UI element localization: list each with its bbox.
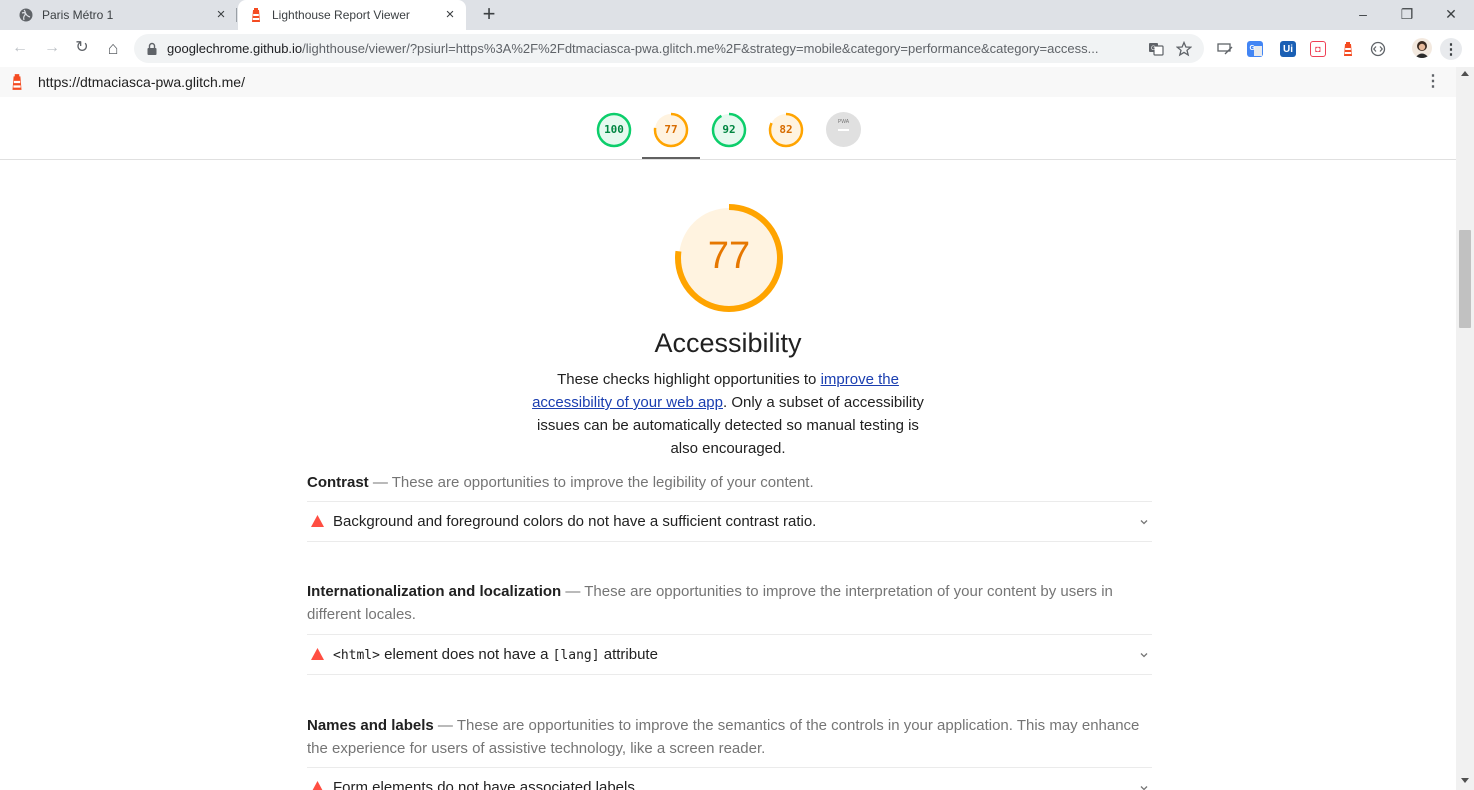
svg-text:G: G bbox=[1250, 45, 1256, 52]
fail-triangle-icon bbox=[311, 515, 324, 527]
chevron-down-icon[interactable] bbox=[1139, 517, 1149, 527]
desc-text: These checks highlight opportunities to bbox=[557, 371, 821, 388]
active-gauge-underline bbox=[642, 157, 700, 159]
fail-triangle-icon bbox=[311, 648, 324, 660]
browser-toolbar: ← → ↻ ⌂ googlechrome.github.io/lighthous… bbox=[0, 30, 1474, 67]
audit-form-labels[interactable]: Form elements do not have associated lab… bbox=[307, 767, 1152, 790]
audit-text: element does not have a bbox=[379, 646, 553, 663]
chevron-down-icon[interactable] bbox=[1139, 783, 1149, 790]
home-button[interactable]: ⌂ bbox=[101, 36, 125, 60]
url-path: /lighthouse/viewer/?psiurl=https%3A%2F%2… bbox=[302, 41, 1099, 56]
gauge-value: 82 bbox=[779, 123, 793, 136]
chevron-down-icon[interactable] bbox=[1139, 650, 1149, 660]
minimize-button[interactable]: – bbox=[1340, 2, 1386, 28]
audit-title: Background and foreground colors do not … bbox=[333, 513, 817, 530]
close-tab-icon[interactable]: × bbox=[442, 7, 458, 23]
reload-button[interactable]: ↻ bbox=[70, 36, 94, 60]
tab-title: Paris Métro 1 bbox=[42, 8, 114, 22]
group-header-internationalization: Internationalization and localization — … bbox=[307, 580, 1152, 626]
lighthouse-icon bbox=[248, 7, 264, 23]
lock-icon[interactable] bbox=[146, 42, 158, 56]
scrollbar-thumb[interactable] bbox=[1459, 230, 1471, 328]
gauge-pwa[interactable]: PWA bbox=[826, 112, 861, 147]
separator: — bbox=[561, 583, 585, 600]
group-header-names-labels: Names and labels — These are opportuniti… bbox=[307, 714, 1152, 760]
scroll-up-arrow[interactable] bbox=[1461, 71, 1469, 76]
scroll-down-arrow[interactable] bbox=[1461, 778, 1469, 783]
pwa-dash bbox=[838, 129, 849, 131]
pocket-icon[interactable]: ◘ bbox=[1310, 41, 1326, 57]
svg-text:G: G bbox=[1151, 46, 1156, 52]
category-description: These checks highlight opportunities to … bbox=[528, 368, 928, 460]
new-tab-button[interactable]: + bbox=[478, 3, 500, 26]
separator: — bbox=[368, 474, 392, 491]
address-url[interactable]: googlechrome.github.io/lighthouse/viewer… bbox=[167, 41, 1147, 56]
audit-html-has-lang[interactable]: <html> element does not have a [lang] at… bbox=[307, 634, 1152, 675]
code-html: <html> bbox=[333, 648, 380, 663]
close-window-button[interactable]: ✕ bbox=[1428, 2, 1474, 28]
tab-divider bbox=[236, 8, 237, 22]
group-description: These are opportunities to improve the l… bbox=[391, 474, 814, 491]
ui-extension-icon[interactable]: Ui bbox=[1280, 41, 1296, 57]
tab-title: Lighthouse Report Viewer bbox=[272, 8, 410, 22]
close-tab-icon[interactable]: × bbox=[213, 7, 229, 23]
code-icon[interactable] bbox=[1370, 41, 1386, 57]
globe-icon bbox=[18, 7, 34, 23]
group-header-contrast: Contrast — These are opportunities to im… bbox=[307, 471, 1152, 494]
audit-text: attribute bbox=[599, 646, 658, 663]
tab-strip: Paris Métro 1 × Lighthouse Report Viewer… bbox=[0, 0, 1474, 30]
category-score-gauge: 77 bbox=[673, 202, 785, 314]
gauge-value: 100 bbox=[604, 123, 624, 136]
google-translate-icon[interactable]: G bbox=[1247, 41, 1263, 57]
page-scrollbar[interactable] bbox=[1456, 67, 1474, 790]
audit-title: Form elements do not have associated lab… bbox=[333, 779, 635, 790]
fail-triangle-icon bbox=[312, 781, 323, 790]
gauge-accessibility[interactable]: 77 bbox=[653, 112, 689, 148]
sticky-gauge-bar: 100 77 92 82 PWA bbox=[0, 97, 1456, 160]
group-title: Names and labels bbox=[307, 717, 434, 734]
lighthouse-extension-icon[interactable] bbox=[1340, 41, 1356, 57]
report-url-link[interactable]: https://dtmaciasca-pwa.glitch.me/ bbox=[38, 74, 245, 90]
tab-paris-metro[interactable]: Paris Métro 1 × bbox=[10, 0, 235, 30]
category-score: 77 bbox=[707, 235, 751, 277]
pwa-label: PWA bbox=[837, 119, 850, 125]
group-title: Internationalization and localization bbox=[307, 583, 562, 600]
tab-lighthouse-viewer[interactable]: Lighthouse Report Viewer × bbox=[238, 0, 466, 30]
group-title: Contrast bbox=[307, 474, 369, 491]
gauge-performance[interactable]: 100 bbox=[596, 112, 632, 148]
profile-avatar[interactable] bbox=[1412, 38, 1432, 58]
chrome-menu-icon[interactable]: ⋮ bbox=[1440, 38, 1462, 60]
report-topbar: https://dtmaciasca-pwa.glitch.me/ ⋮ bbox=[0, 67, 1456, 97]
code-lang: [lang] bbox=[552, 648, 600, 663]
gauge-value: 92 bbox=[722, 123, 736, 136]
back-button[interactable]: ← bbox=[8, 36, 32, 60]
gauge-value: 77 bbox=[664, 123, 678, 136]
restore-button[interactable]: ❐ bbox=[1384, 2, 1430, 28]
cast-icon[interactable] bbox=[1217, 41, 1233, 57]
translate-icon[interactable]: G bbox=[1148, 41, 1164, 57]
gauge-seo[interactable]: 82 bbox=[768, 112, 804, 148]
bookmark-star-icon[interactable] bbox=[1175, 40, 1193, 57]
forward-button[interactable]: → bbox=[40, 36, 64, 60]
lighthouse-icon bbox=[10, 73, 24, 91]
separator: — bbox=[433, 717, 457, 734]
url-host: googlechrome.github.io bbox=[167, 41, 303, 56]
audit-title: <html> element does not have a [lang] at… bbox=[333, 646, 658, 663]
report-menu-button[interactable]: ⋮ bbox=[1424, 71, 1442, 93]
audit-color-contrast[interactable]: Background and foreground colors do not … bbox=[307, 501, 1152, 542]
category-title: Accessibility bbox=[654, 328, 802, 358]
gauge-best-practices[interactable]: 92 bbox=[711, 112, 747, 148]
address-bar[interactable]: googlechrome.github.io/lighthouse/viewer… bbox=[134, 34, 1204, 63]
